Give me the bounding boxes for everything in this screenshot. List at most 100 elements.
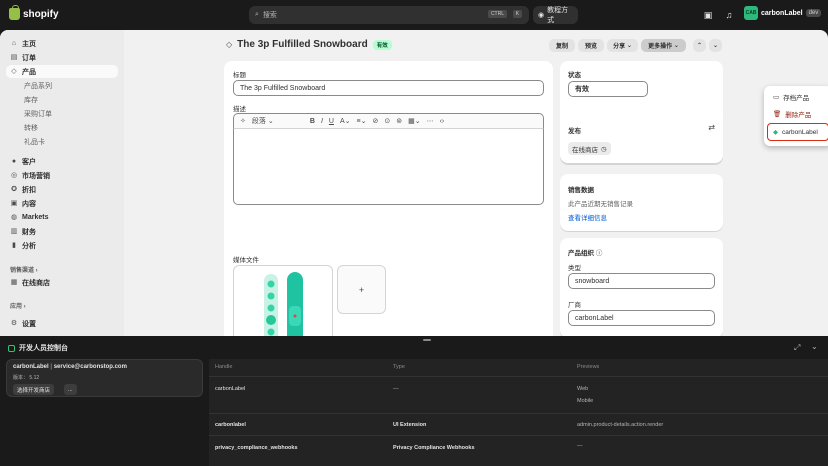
preview-button[interactable]: 预览 <box>578 39 604 52</box>
sidebar-item-markets[interactable]: ◍ Markets <box>6 211 118 224</box>
sidebar-item-customers[interactable]: ● 客户 <box>6 155 118 168</box>
previous-product-button[interactable]: ⌃ <box>693 39 706 52</box>
type-label: 类型 <box>568 265 581 272</box>
duplicate-button[interactable]: 复制 <box>549 39 575 52</box>
sidebar-item-label: 财务 <box>22 228 36 236</box>
sidebar-item-online-store[interactable]: ▦ 在线商店 <box>6 276 118 289</box>
table-icon[interactable]: ▦⌄ <box>408 117 420 125</box>
paragraph-label: 段落 <box>251 118 266 125</box>
shortcut-ctrl: CTRL <box>487 10 507 18</box>
publishing-card: 发布 ⇄ 在线商店 ◷ <box>560 112 723 163</box>
menu-item-label: 存档产品 <box>783 94 810 102</box>
shopify-logo[interactable]: shopify <box>9 5 59 20</box>
console-title: 开发人员控制台 <box>8 343 68 353</box>
globe-icon: ◍ <box>10 213 18 221</box>
media-image[interactable] <box>233 265 333 336</box>
settings-sliders-icon[interactable]: ⇄ <box>708 123 715 132</box>
admin-app: ⌂ 主页 ▤ 订单 ◇ 产品 产品系列 库存 采购订单 转移 礼品卡 ● 客户 ◎ 市场营… <box>0 30 828 336</box>
video-icon[interactable]: ⊚ <box>396 117 402 125</box>
code-icon[interactable]: ‹› <box>440 118 445 125</box>
bold-button[interactable]: B <box>310 118 315 125</box>
app-more-button[interactable]: ... <box>64 384 77 395</box>
shopify-bag-icon <box>9 5 20 20</box>
app-version: 版本： 5.12 <box>13 374 39 381</box>
sidebar-item-label: 分析 <box>22 242 36 250</box>
collapse-icon[interactable]: ⌄ <box>811 342 818 351</box>
inbox-icon[interactable]: ▣ <box>702 9 714 21</box>
sidebar-item-label: 客户 <box>22 158 36 166</box>
sidebar-item-home[interactable]: ⌂ 主页 <box>6 37 118 50</box>
sidebar-item-inventory[interactable]: 库存 <box>6 93 118 106</box>
share-button[interactable]: 分享 ⌄ <box>607 39 638 52</box>
home-icon: ⌂ <box>11 39 17 47</box>
tag-icon: ◇ <box>11 67 17 75</box>
organization-label: 产品组织 ⓘ <box>568 247 602 257</box>
sidebar-item-gift-cards[interactable]: 礼品卡 <box>6 135 118 148</box>
row-handle: privacy_compliance_webhooks <box>215 445 298 451</box>
sidebar-item-orders[interactable]: ▤ 订单 <box>6 51 118 64</box>
insights-details-link[interactable]: 查看详细信息 <box>568 212 607 222</box>
section-label: 应用 <box>10 304 23 310</box>
menu-item-delete[interactable]: 🗑 删除产品 <box>768 106 828 121</box>
section-apps[interactable]: 应用 › <box>10 301 26 310</box>
sidebar-item-marketing[interactable]: ◎ 市场营销 <box>6 169 118 182</box>
console-icon <box>8 344 15 352</box>
image-icon[interactable]: ⊙ <box>384 117 390 125</box>
menu-item-label: 删除产品 <box>785 111 812 119</box>
select-dev-store-button[interactable]: 选择开发商店 <box>13 384 55 395</box>
description-label: 描述 <box>233 106 246 113</box>
vendor-field[interactable]: carbonLabel <box>568 310 715 326</box>
underline-button[interactable]: U <box>329 118 334 125</box>
sidebar-item-label: 设置 <box>22 320 36 328</box>
store-menu[interactable]: CAB carbonLabel dev <box>744 6 822 20</box>
sidebar-item-content[interactable]: ▣ 内容 <box>6 197 118 210</box>
search-input[interactable]: ⌕ 搜索 CTRL K <box>249 6 529 24</box>
plus-icon: + <box>358 284 365 295</box>
status-badge: 有效 <box>372 39 392 50</box>
next-product-button[interactable]: ⌄ <box>709 39 722 52</box>
sidebar-item-discounts[interactable]: ✪ 折扣 <box>6 183 118 196</box>
preview-link-mobile[interactable]: Mobile <box>577 398 593 404</box>
description-editor[interactable] <box>233 129 544 205</box>
bell-icon[interactable]: ♫ <box>723 9 735 21</box>
more-actions-button[interactable]: 更多操作 ⌄ <box>641 39 686 52</box>
sidebar-item-analytics[interactable]: ▮ 分析 <box>6 239 118 252</box>
align-button[interactable]: ≡⌄ <box>357 117 367 125</box>
section-sales-channels[interactable]: 销售渠道 › <box>10 265 38 274</box>
sidebar-item-transfers[interactable]: 转移 <box>6 121 118 134</box>
preview-link-web[interactable]: Web <box>577 386 588 392</box>
italic-button[interactable]: I <box>321 118 323 125</box>
expand-icon[interactable]: ⤢ <box>794 343 800 353</box>
sidebar-item-settings[interactable]: ⚙ 设置 <box>6 317 118 330</box>
channel-chip[interactable]: 在线商店 ◷ <box>568 142 611 155</box>
more-icon[interactable]: ⋯ <box>427 117 434 125</box>
row-type: UI Extension <box>393 422 427 428</box>
text-color-button[interactable]: A⌄ <box>340 117 351 125</box>
menu-item-archive[interactable]: ▭ 存档产品 <box>768 89 828 104</box>
resize-handle[interactable] <box>423 339 431 341</box>
status-select[interactable]: 有效 <box>568 81 648 97</box>
info-icon[interactable]: ⓘ <box>596 250 603 257</box>
column-handle: Handle <box>215 364 233 370</box>
sidebar-item-products[interactable]: ◇ 产品 <box>6 65 118 78</box>
add-media-button[interactable]: + <box>337 265 386 314</box>
insights-card: 销售数据 此产品近期无销售记录 查看详细信息 <box>560 174 723 231</box>
eye-icon: ◉ <box>538 12 545 19</box>
type-field[interactable]: snowboard <box>568 273 715 289</box>
menu-item-carbonlabel[interactable]: ◆ carbonLabel <box>767 123 828 141</box>
preview-link[interactable]: admin.product-details.action.render <box>577 422 663 428</box>
tutorial-button[interactable]: ◉ 教程方式 <box>533 6 578 24</box>
magic-icon[interactable]: ✧ <box>240 117 246 125</box>
sidebar-item-label: 采购订单 <box>24 110 52 118</box>
paragraph-select[interactable]: 段落 ⌄ <box>252 116 304 126</box>
trash-icon: 🗑 <box>773 110 782 118</box>
publishing-label: 发布 <box>568 128 581 135</box>
title-field[interactable]: The 3p Fulfilled Snowboard <box>233 80 544 96</box>
app-name: carbonLabel <box>13 364 49 370</box>
share-label: 分享 <box>613 44 626 50</box>
sidebar-item-finance[interactable]: ▥ 财务 <box>6 225 118 238</box>
tag-icon[interactable]: ◇ <box>226 40 232 49</box>
sidebar-item-collections[interactable]: 产品系列 <box>6 79 118 92</box>
link-icon[interactable]: ⊘ <box>372 117 378 125</box>
sidebar-item-purchase-orders[interactable]: 采购订单 <box>6 107 118 120</box>
